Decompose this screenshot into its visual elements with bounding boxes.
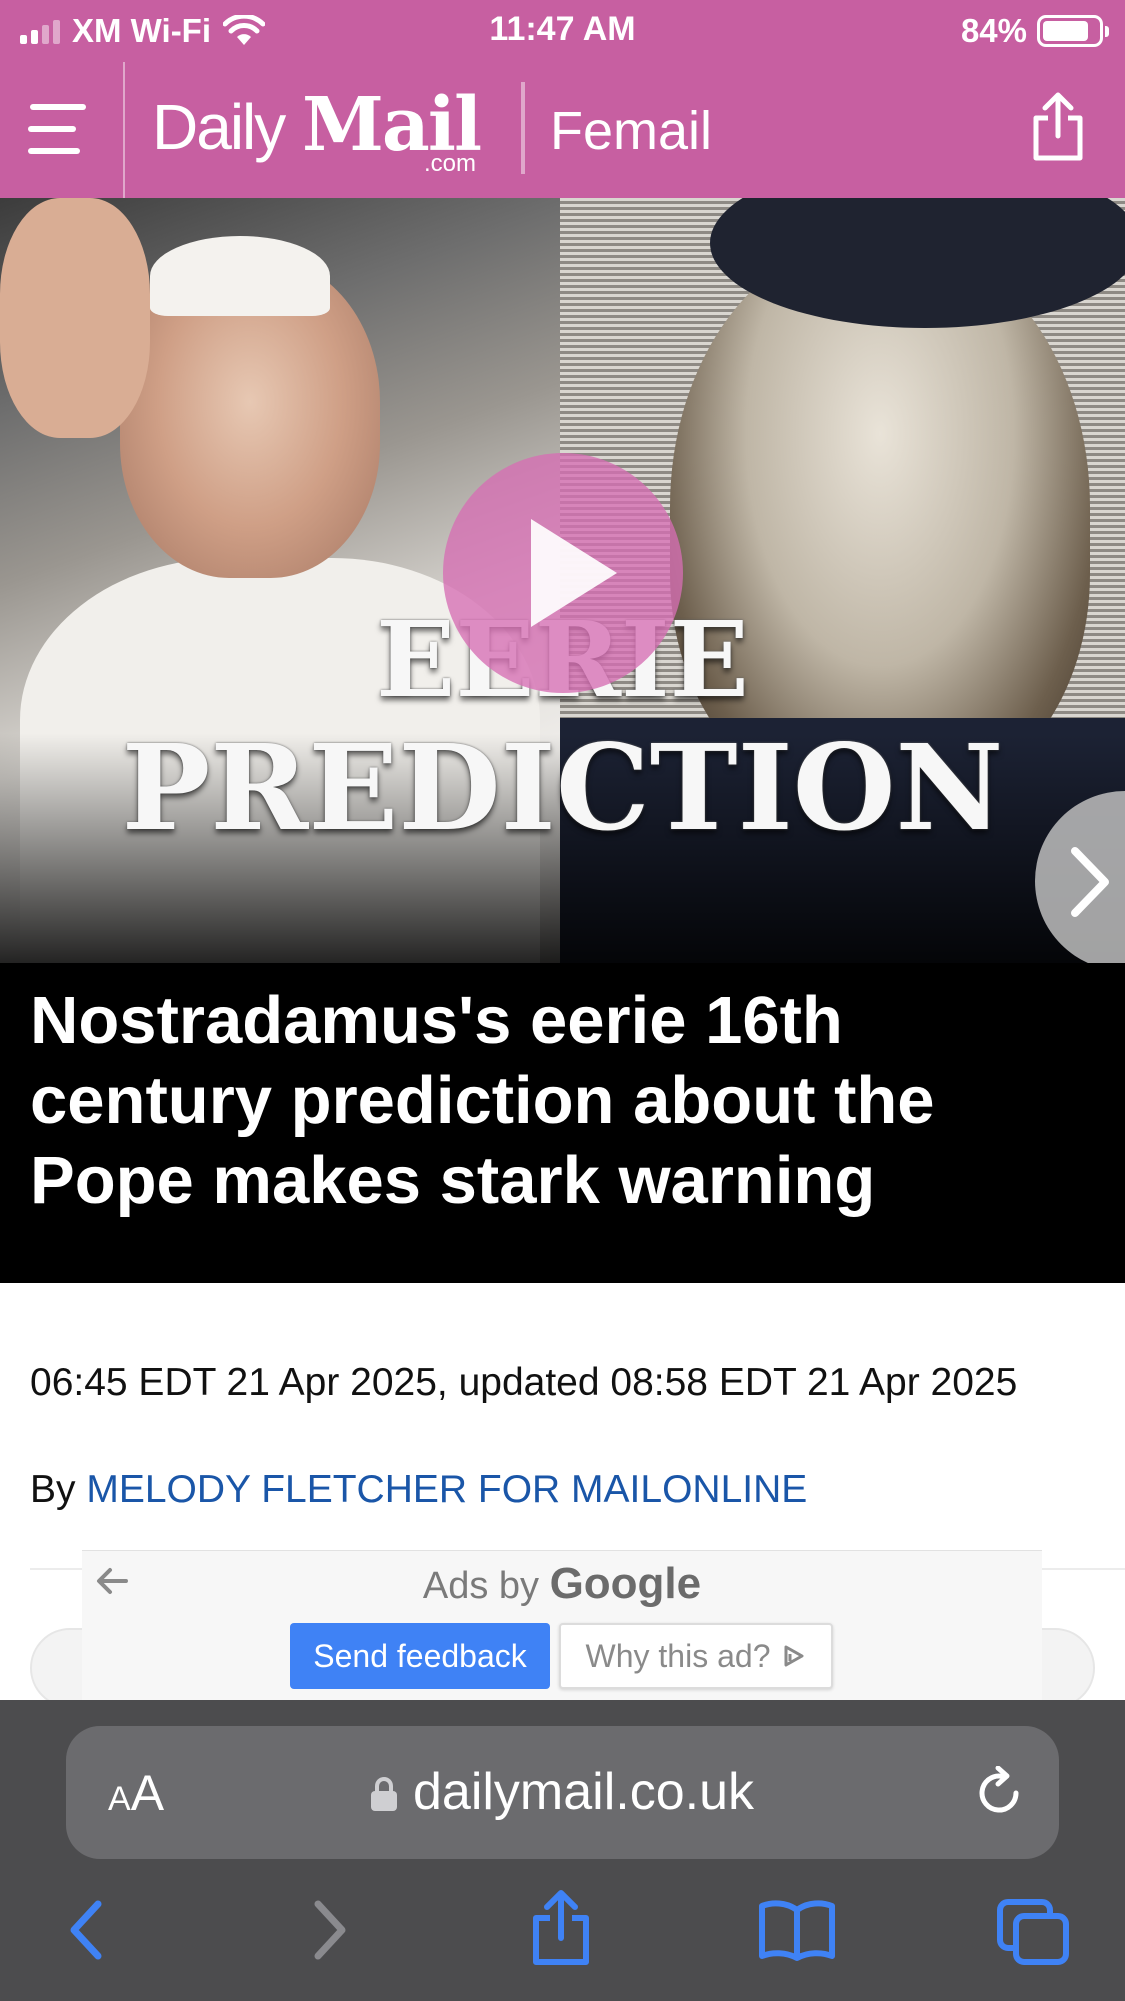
status-right: 84% [960,10,1109,52]
chevron-right-icon [1071,847,1109,917]
headline-box: Nostradamus's eerie 16th century predict… [0,963,1125,1283]
site-header: Daily Mail .com Femail [0,62,1125,198]
logo-com: .com [424,150,477,177]
safari-toolbar: AA dailymail.co.uk [0,1700,1125,2001]
hamburger-menu-icon[interactable] [28,98,86,160]
battery-icon [1037,15,1109,47]
battery-percent: 84% [960,12,1027,49]
url-display[interactable]: dailymail.co.uk [66,1762,1059,1822]
share-icon[interactable] [1028,92,1088,162]
back-icon[interactable] [64,1898,108,1962]
google-wordmark: Google [549,1559,702,1608]
tabs-icon[interactable] [996,1898,1072,1968]
share-icon[interactable] [528,1888,594,1968]
google-ad-overlay: Ads by Google Send feedback Why this ad? [82,1550,1042,1700]
hero-overlay-line2: PREDICTION [121,718,1004,857]
ads-by-google: Ads by Google [82,1559,1042,1609]
bookmarks-icon[interactable] [758,1898,836,1962]
battery-fill [1043,21,1089,41]
lock-icon [370,1777,397,1811]
url-text: dailymail.co.uk [412,1763,755,1821]
article-headline: Nostradamus's eerie 16th century predict… [30,983,935,1218]
ads-by-label: Ads by [422,1565,540,1607]
section-name[interactable]: Femail [550,100,712,162]
article-timestamp: 06:45 EDT 21 Apr 2025, updated 08:58 EDT… [30,1361,1018,1404]
hero-video[interactable]: EERIE PREDICTION [0,198,1125,963]
byline-prefix: By [30,1468,76,1511]
status-bar: XM Wi-Fi 11:47 AM 84% [0,0,1125,62]
header-divider [123,62,125,198]
play-button[interactable] [443,453,683,693]
adchoices-icon [784,1645,804,1667]
forward-icon[interactable] [308,1898,352,1962]
send-feedback-button[interactable]: Send feedback [290,1623,550,1689]
logo-daily: Daily [152,91,286,163]
address-bar[interactable]: AA dailymail.co.uk [66,1726,1059,1859]
byline: By MELODY FLETCHER FOR MAILONLINE [30,1468,807,1512]
why-this-ad-button[interactable]: Why this ad? [559,1623,833,1689]
play-icon [531,519,617,627]
why-this-ad-label: Why this ad? [585,1637,771,1674]
reload-icon[interactable] [972,1766,1026,1820]
logo-divider [521,82,525,174]
status-time: 11:47 AM [489,10,636,48]
author-link[interactable]: MELODY FLETCHER FOR MAILONLINE [86,1468,807,1511]
